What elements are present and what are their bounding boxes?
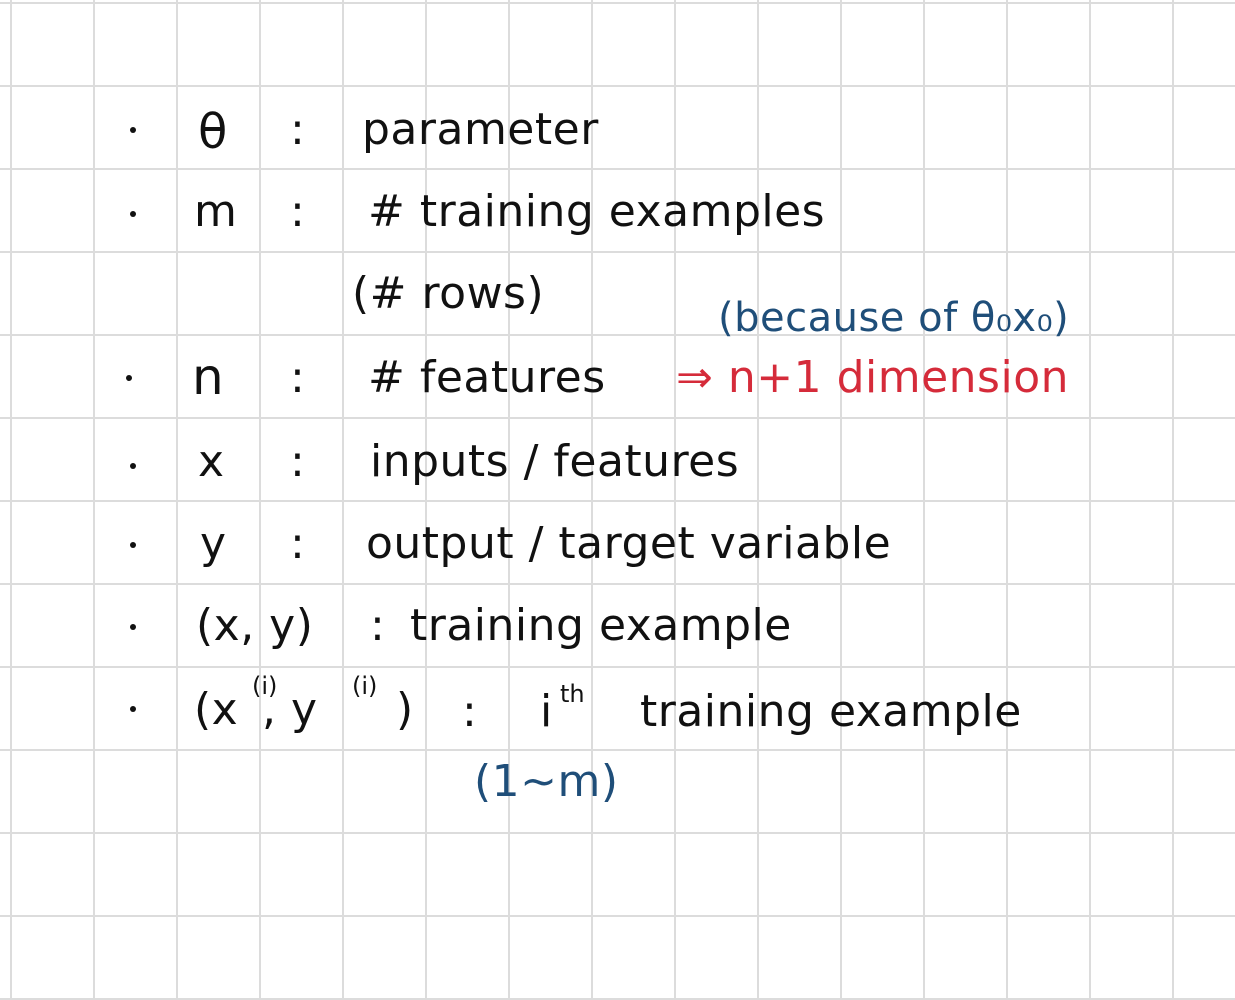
- annotation-because-of-theta0-x0: (because of θ₀x₀): [718, 295, 1070, 341]
- symbol-x: x: [198, 436, 225, 487]
- bullet-point: [130, 463, 136, 469]
- symbol-y: y: [200, 518, 227, 569]
- grid-note-page: θ : parameter m : # training examples (#…: [0, 0, 1235, 1000]
- symbol-x-y-pair: (x, y): [196, 600, 314, 651]
- symbol-theta: θ: [198, 104, 228, 160]
- bullet-point: [130, 211, 136, 217]
- superscript-i: (i): [352, 672, 378, 700]
- description-output-target-variable: output / target variable: [366, 518, 892, 569]
- bullet-point: [130, 127, 136, 133]
- bullet-point: [126, 375, 132, 381]
- description-training-examples: # training examples: [368, 186, 826, 237]
- bullet-point: [130, 624, 136, 630]
- bullet-point: [130, 542, 136, 548]
- superscript-th: th: [560, 680, 585, 708]
- description-i: i: [540, 686, 553, 737]
- separator-colon: :: [370, 600, 386, 651]
- description-ith-training-example: training example: [640, 686, 1022, 737]
- description-training-example: training example: [410, 600, 792, 651]
- symbol-m: m: [194, 186, 238, 237]
- annotation-range-1-to-m: (1~m): [474, 756, 619, 807]
- separator-colon: :: [290, 436, 306, 487]
- symbol-yi: , y: [262, 684, 318, 735]
- separator-colon: :: [462, 686, 478, 737]
- separator-colon: :: [290, 352, 306, 403]
- description-rows: (# rows): [352, 268, 545, 319]
- symbol-close-paren: ): [396, 684, 414, 735]
- description-features: # features: [368, 352, 606, 403]
- separator-colon: :: [290, 104, 306, 155]
- separator-colon: :: [290, 518, 306, 569]
- separator-colon: :: [290, 186, 306, 237]
- description-inputs-features: inputs / features: [370, 436, 740, 487]
- symbol-n: n: [192, 348, 225, 406]
- symbol-xi-open: (x: [194, 684, 239, 735]
- description-parameter: parameter: [362, 104, 599, 155]
- annotation-n-plus-1-dimension: ⇒ n+1 dimension: [676, 352, 1070, 403]
- bullet-point: [130, 706, 136, 712]
